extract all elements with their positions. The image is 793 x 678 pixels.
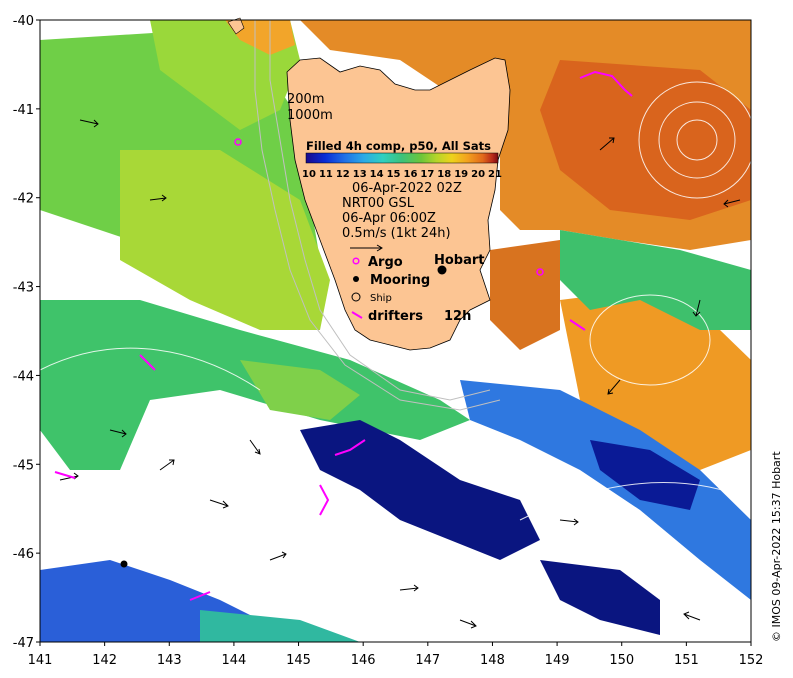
y-tick-label: -46 (13, 547, 34, 562)
legend-date: 06-Apr-2022 02Z (352, 181, 462, 196)
credit-text: © IMOS 09-Apr-2022 15:37 Hobart (770, 451, 783, 642)
colorbar-tick-label: 10 (302, 169, 316, 180)
y-tick-label: -41 (13, 103, 34, 118)
y-tick-label: -40 (13, 14, 34, 29)
legend-drifters-window: 12h (444, 309, 471, 324)
x-tick-label: 149 (545, 653, 570, 668)
x-tick-label: 141 (28, 653, 53, 668)
y-axis: -40 -41 -42 -43 -44 -45 -46 -47 (13, 14, 40, 651)
colorbar (305, 152, 499, 164)
x-tick-label: 146 (351, 653, 376, 668)
colorbar-tick-label: 17 (420, 169, 434, 180)
y-tick-label: -47 (13, 636, 34, 651)
legend-mooring-label: Mooring (370, 273, 430, 288)
x-tick-label: 150 (609, 653, 634, 668)
x-tick-label: 144 (221, 653, 246, 668)
colorbar-tick-label: 19 (454, 169, 468, 180)
depth-label-1000: 1000m (287, 108, 333, 123)
x-tick-label: 145 (286, 653, 311, 668)
colorbar-tick-label: 15 (387, 169, 401, 180)
colorbar-tick-label: 14 (370, 169, 384, 180)
depth-label-200: 200m (287, 92, 324, 107)
legend-speed: 0.5m/s (1kt 24h) (342, 226, 451, 241)
y-tick-label: -43 (13, 281, 34, 296)
legend-argo-label: Argo (368, 255, 403, 270)
sst-map: Filled 4h comp, p50, All Sats 10 11 12 13 14… (13, 14, 764, 668)
colorbar-tick-label: 12 (336, 169, 350, 180)
legend-model-time: 06-Apr 06:00Z (342, 211, 436, 226)
hobart-label: Hobart (434, 253, 485, 268)
y-tick-label: -42 (13, 192, 34, 207)
legend-mooring-icon (353, 276, 359, 282)
legend-ship-label: Ship (370, 293, 392, 304)
x-tick-label: 142 (92, 653, 117, 668)
x-tick-label: 151 (674, 653, 699, 668)
legend-drifters-label: drifters (368, 309, 423, 324)
legend-model: NRT00 GSL (342, 196, 415, 211)
colorbar-title: Filled 4h comp, p50, All Sats (306, 139, 491, 153)
colorbar-tick-label: 16 (403, 169, 417, 180)
y-tick-label: -45 (13, 458, 34, 473)
x-tick-label: 148 (480, 653, 505, 668)
x-tick-label: 152 (739, 653, 764, 668)
mooring-marker (120, 560, 128, 568)
x-tick-label: 147 (415, 653, 440, 668)
colorbar-tick-label: 11 (319, 169, 333, 180)
y-tick-label: -44 (13, 369, 34, 384)
colorbar-tick-label: 13 (353, 169, 367, 180)
colorbar-tick-label: 18 (437, 169, 451, 180)
x-axis: 141 142 143 144 145 146 147 148 149 150 151 152 (28, 642, 764, 668)
colorbar-tick-label: 20 (471, 169, 485, 180)
x-tick-label: 143 (157, 653, 182, 668)
colorbar-tick-label: 21 (488, 169, 502, 180)
